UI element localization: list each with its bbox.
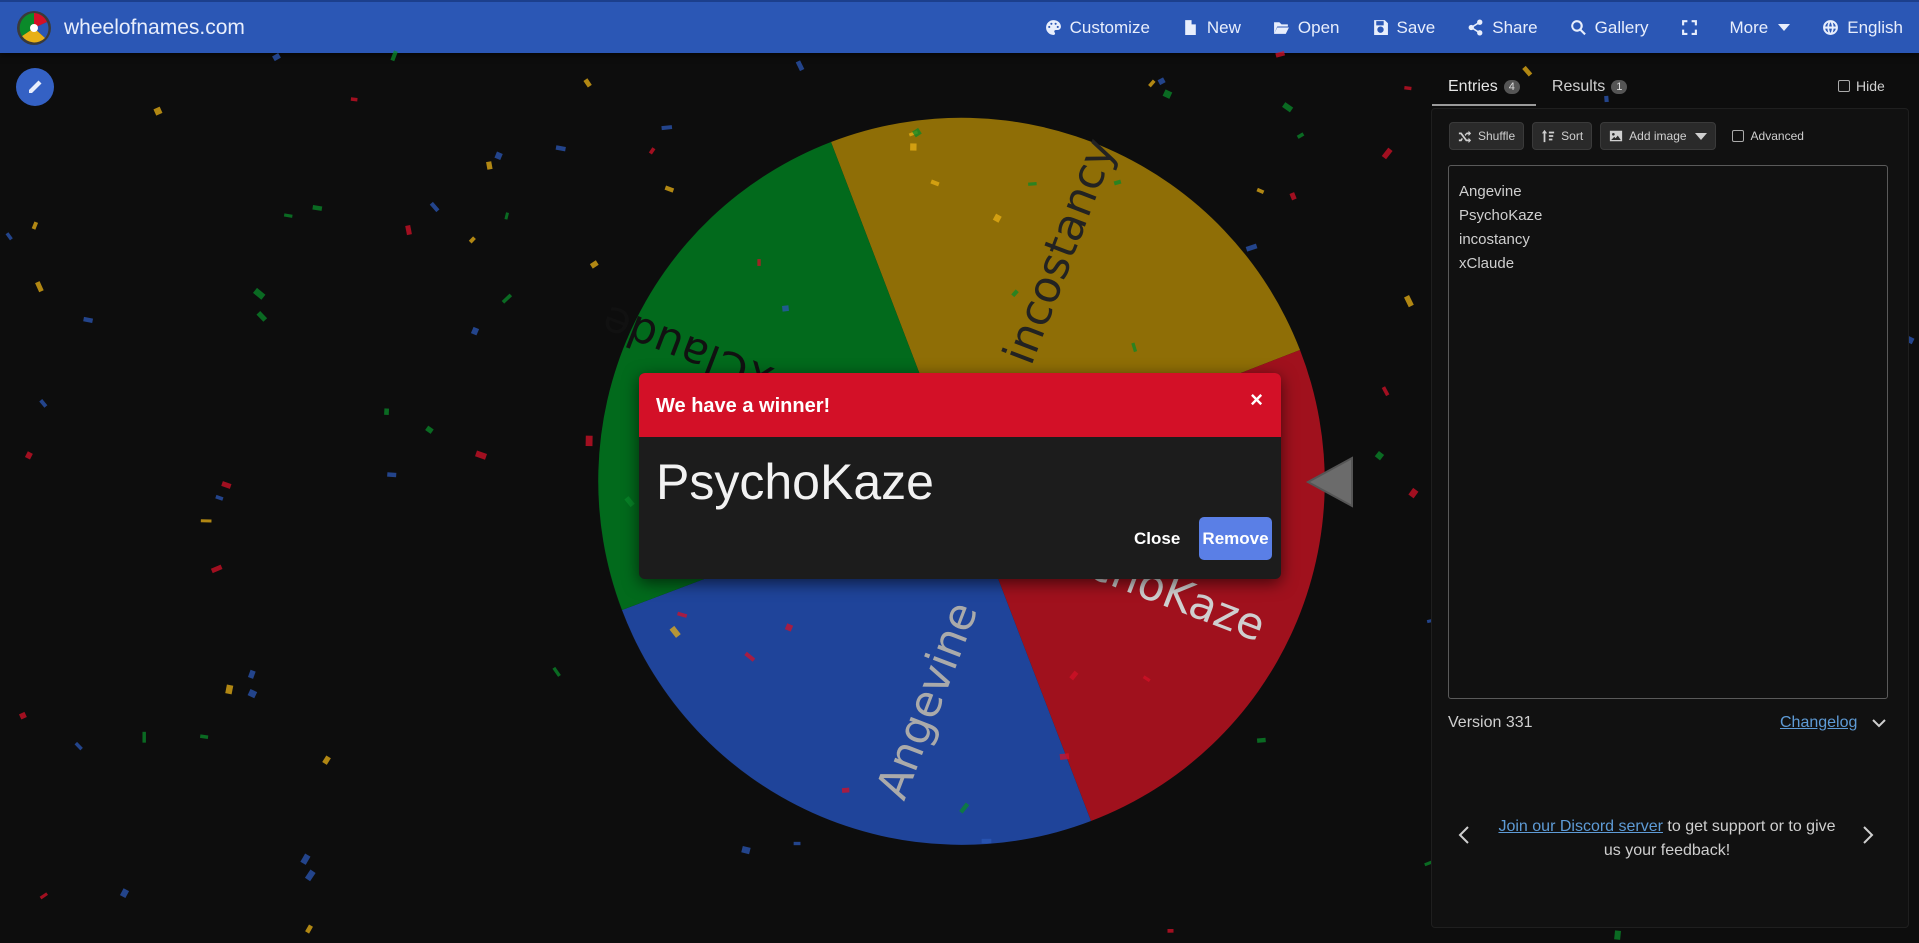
edit-wheel-button[interactable] xyxy=(16,68,54,106)
caret-down-icon xyxy=(1694,132,1707,140)
more-label: More xyxy=(1729,17,1769,37)
new-label: New xyxy=(1206,17,1241,37)
shuffle-icon xyxy=(1458,130,1472,143)
version-text: Version 331 xyxy=(1448,714,1533,731)
entries-textarea[interactable]: Angevine PsychoKaze incostancy xClaude xyxy=(1448,165,1888,699)
tab-results-label: Results xyxy=(1551,78,1606,95)
new-button[interactable]: New xyxy=(1166,2,1257,53)
hide-label: Hide xyxy=(1856,78,1885,94)
share-button[interactable]: Share xyxy=(1451,2,1553,53)
language-label: English xyxy=(1847,17,1903,37)
discord-message: Join our Discord server to get support o… xyxy=(1494,815,1840,863)
more-button[interactable]: More xyxy=(1714,2,1807,53)
add-image-button[interactable]: Add image xyxy=(1600,122,1716,150)
entry-line: incostancy xyxy=(1459,231,1530,248)
advanced-toggle[interactable]: Advanced xyxy=(1731,129,1804,143)
save-icon xyxy=(1373,20,1388,35)
open-label: Open xyxy=(1297,17,1340,37)
fullscreen-icon xyxy=(1681,20,1697,35)
tab-entries[interactable]: Entries 4 xyxy=(1432,70,1536,106)
wheel-logo-icon[interactable] xyxy=(16,10,52,46)
entry-line: Angevine xyxy=(1459,183,1522,200)
top-navbar: wheelofnames.com Customize New Open Save… xyxy=(0,0,1919,53)
winner-dialog: We have a winner! × PsychoKaze Close Rem… xyxy=(639,373,1281,579)
caret-down-icon xyxy=(1778,24,1791,31)
save-button[interactable]: Save xyxy=(1356,2,1452,53)
sort-icon xyxy=(1542,129,1555,143)
top-menu: Customize New Open Save Share Gallery Mo… xyxy=(1029,2,1919,53)
entry-line: xClaude xyxy=(1459,255,1515,272)
shuffle-label: Shuffle xyxy=(1478,129,1516,143)
dialog-close-icon[interactable]: × xyxy=(1250,387,1263,413)
winner-name: PsychoKaze xyxy=(656,454,934,510)
language-button[interactable]: English xyxy=(1806,2,1919,53)
site-title[interactable]: wheelofnames.com xyxy=(64,16,245,40)
customize-label: Customize xyxy=(1069,17,1150,37)
search-icon xyxy=(1570,20,1586,36)
share-label: Share xyxy=(1492,17,1538,37)
palette-icon xyxy=(1045,20,1061,35)
chevron-left-icon[interactable] xyxy=(1458,826,1470,844)
customize-button[interactable]: Customize xyxy=(1029,2,1166,53)
remove-button[interactable]: Remove xyxy=(1199,517,1272,560)
wheel-pointer-icon xyxy=(1305,456,1353,508)
sort-button[interactable]: Sort xyxy=(1532,122,1593,150)
image-icon xyxy=(1610,130,1623,142)
file-icon xyxy=(1185,20,1196,35)
sort-label: Sort xyxy=(1561,129,1584,143)
sidebar-tabs: Entries 4 Results 1 xyxy=(1432,70,1643,106)
entries-toolbar: Shuffle Sort Add image Advanced xyxy=(1449,122,1804,150)
share-icon xyxy=(1468,19,1483,36)
pencil-icon xyxy=(29,80,42,93)
discord-link[interactable]: Join our Discord server xyxy=(1498,818,1663,835)
folder-open-icon xyxy=(1273,22,1289,34)
close-button[interactable]: Close xyxy=(1134,529,1180,549)
tab-entries-label: Entries xyxy=(1448,78,1498,95)
save-label: Save xyxy=(1396,17,1436,37)
winner-dialog-title: We have a winner! xyxy=(656,395,831,417)
changelog-link[interactable]: Changelog xyxy=(1780,714,1857,732)
hide-toggle[interactable]: Hide xyxy=(1838,78,1885,94)
hide-checkbox[interactable] xyxy=(1838,80,1850,92)
advanced-label: Advanced xyxy=(1750,129,1804,143)
shuffle-button[interactable]: Shuffle xyxy=(1449,122,1525,150)
tab-results[interactable]: Results 1 xyxy=(1536,70,1643,104)
entries-count-badge: 4 xyxy=(1503,80,1520,94)
entry-line: PsychoKaze xyxy=(1459,207,1543,224)
results-count-badge: 1 xyxy=(1611,80,1628,94)
globe-icon xyxy=(1823,20,1839,35)
fullscreen-button[interactable] xyxy=(1665,2,1714,53)
chevron-down-icon[interactable] xyxy=(1872,718,1886,728)
add-image-label: Add image xyxy=(1629,129,1687,143)
gallery-label: Gallery xyxy=(1594,17,1649,37)
open-button[interactable]: Open xyxy=(1257,2,1356,53)
winner-dialog-header: We have a winner! × xyxy=(639,373,1281,437)
gallery-button[interactable]: Gallery xyxy=(1554,2,1665,53)
chevron-right-icon[interactable] xyxy=(1862,826,1874,844)
advanced-checkbox[interactable] xyxy=(1731,130,1744,142)
